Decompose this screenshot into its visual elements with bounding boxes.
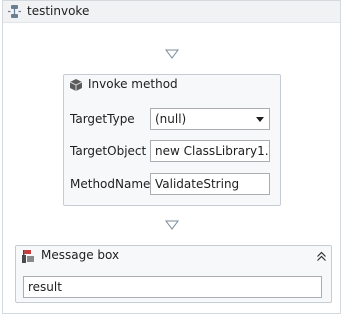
target-type-label: TargetType (70, 112, 135, 126)
package-icon (69, 79, 83, 91)
drop-target-arrow-top[interactable] (165, 49, 179, 59)
sequence-header[interactable]: testinvoke (3, 1, 340, 23)
method-name-input[interactable]: ValidateString (150, 173, 270, 195)
message-text-input[interactable]: result (23, 276, 322, 298)
target-object-input[interactable]: new ClassLibrary1.Va (150, 140, 270, 162)
double-chevron-up-icon[interactable] (316, 251, 327, 262)
method-name-label: MethodName (70, 177, 151, 191)
message-flag-icon (22, 250, 34, 263)
message-box-title: Message box (41, 248, 120, 262)
target-type-value: (null) (155, 112, 187, 126)
drop-target-arrow-middle[interactable] (165, 220, 179, 230)
sequence-icon (8, 5, 21, 18)
sequence-container[interactable]: testinvoke Invoke method TargetType (nul… (2, 0, 341, 314)
message-box-activity[interactable]: Message box result (15, 245, 332, 303)
invoke-method-title: Invoke method (88, 77, 178, 91)
message-box-header[interactable]: Message box (16, 246, 331, 266)
invoke-method-activity[interactable]: Invoke method TargetType (null) TargetOb… (63, 74, 281, 206)
invoke-method-header[interactable]: Invoke method (64, 75, 280, 94)
sequence-title: testinvoke (27, 4, 90, 18)
target-type-select[interactable]: (null) (150, 108, 270, 130)
target-object-label: TargetObject (70, 144, 147, 158)
chevron-down-icon[interactable] (256, 117, 264, 122)
